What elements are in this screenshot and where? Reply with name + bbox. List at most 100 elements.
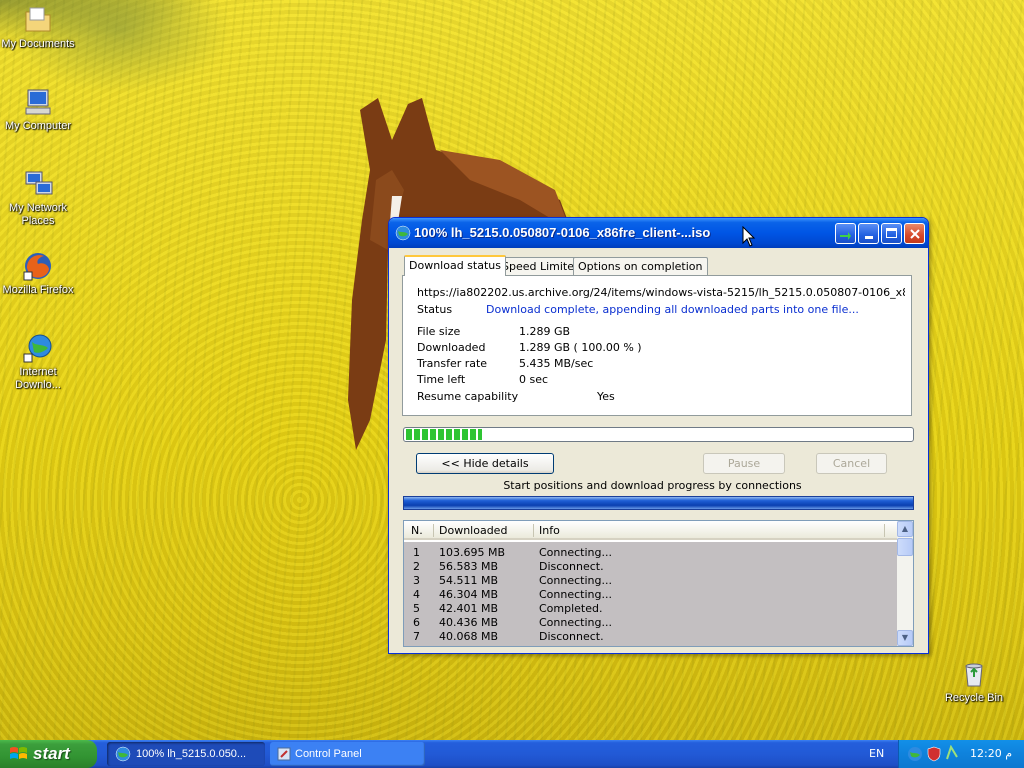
tray-button[interactable] (835, 223, 856, 244)
row-number: 5 (413, 602, 420, 615)
tab-options-on-completion[interactable]: Options on completion (573, 257, 708, 276)
status-value: Download complete, appending all downloa… (486, 303, 859, 316)
maximize-icon (886, 228, 897, 238)
taskbar-item-download[interactable]: 100% lh_5215.0.050... (107, 742, 265, 766)
table-row[interactable]: 7 40.068 MB Disconnect. (404, 630, 899, 644)
row-info: Completed. (539, 602, 603, 615)
language-indicator[interactable]: EN (869, 747, 884, 760)
transfer-rate-value: 5.435 MB/sec (519, 357, 594, 370)
network-status-icon[interactable] (945, 745, 959, 761)
system-tray: 12:20 م (898, 740, 1024, 768)
row-info: Connecting... (539, 616, 612, 629)
desktop-icon-recycle-bin[interactable]: Recycle Bin (936, 658, 1012, 705)
idm-globe-icon (23, 334, 52, 363)
download-progress-bar (403, 427, 914, 442)
recycle-bin-icon (965, 663, 983, 687)
table-row[interactable]: 2 56.583 MB Disconnect. (404, 560, 899, 574)
window-titlebar[interactable]: 100% lh_5215.0.050807-0106_x86fre_client… (389, 218, 928, 248)
close-icon (909, 229, 920, 239)
row-downloaded: 40.436 MB (439, 616, 499, 629)
close-button[interactable] (904, 223, 925, 244)
minimize-button[interactable] (858, 223, 879, 244)
row-downloaded: 42.401 MB (439, 602, 499, 615)
row-number: 3 (413, 574, 420, 587)
scroll-down-button[interactable]: ▼ (897, 630, 913, 646)
idm-globe-icon (395, 225, 411, 241)
desktop-icon-my-computer[interactable]: My Computer (0, 86, 76, 133)
connections-caption: Start positions and download progress by… (503, 479, 802, 492)
taskbar-item-label: 100% lh_5215.0.050... (136, 748, 247, 760)
transfer-rate-label: Transfer rate (417, 357, 488, 370)
row-info: Connecting... (539, 588, 612, 601)
security-shield-icon[interactable] (927, 746, 941, 762)
row-downloaded: 46.304 MB (439, 588, 499, 601)
connections-list-body: 1 103.695 MB Connecting... 2 56.583 MB D… (404, 542, 899, 646)
hide-details-button[interactable]: << Hide details (416, 453, 554, 474)
scroll-thumb[interactable] (897, 538, 913, 556)
row-number: 4 (413, 588, 420, 601)
table-row[interactable]: 3 54.511 MB Connecting... (404, 574, 899, 588)
table-row[interactable]: 1 103.695 MB Connecting... (404, 546, 899, 560)
row-number: 7 (413, 630, 420, 643)
column-header-number[interactable]: N. (411, 524, 423, 537)
desktop-icon-my-network-places[interactable]: My Network Places (0, 168, 76, 228)
row-info: Connecting... (539, 546, 612, 559)
resume-capability-label: Resume capability (417, 390, 519, 403)
time-left-value: 0 sec (519, 373, 549, 386)
column-separator (884, 524, 885, 537)
downloaded-label: Downloaded (417, 341, 486, 354)
column-header-info[interactable]: Info (539, 524, 560, 537)
maximize-button[interactable] (881, 223, 902, 244)
start-label: start (33, 744, 70, 763)
tab-download-status[interactable]: Download status (404, 255, 506, 276)
idm-globe-icon (115, 746, 131, 762)
connections-progress-bar (403, 496, 914, 510)
scroll-up-button[interactable]: ▲ (897, 521, 913, 537)
file-size-label: File size (417, 325, 461, 338)
table-row[interactable]: 6 40.436 MB Connecting... (404, 616, 899, 630)
network-icon (25, 171, 53, 195)
row-downloaded: 56.583 MB (439, 560, 499, 573)
column-header-downloaded[interactable]: Downloaded (439, 524, 507, 537)
taskbar-item-label: Control Panel (295, 748, 362, 760)
clock[interactable]: 12:20 م (970, 747, 1012, 760)
vertical-scrollbar[interactable]: ▲ ▼ (897, 521, 913, 646)
row-downloaded: 103.695 MB (439, 546, 506, 559)
downloaded-value: 1.289 GB ( 100.00 % ) (519, 341, 642, 354)
window-title: 100% lh_5215.0.050807-0106_x86fre_client… (414, 225, 711, 240)
download-status-panel: https://ia802202.us.archive.org/24/items… (402, 275, 912, 416)
desktop-icon-mozilla-firefox[interactable]: Mozilla Firefox (0, 250, 76, 297)
row-downloaded: 54.511 MB (439, 574, 499, 587)
row-info: Disconnect. (539, 630, 604, 643)
download-window: 100% lh_5215.0.050807-0106_x86fre_client… (388, 217, 929, 654)
taskbar-item-control-panel[interactable]: Control Panel (270, 742, 425, 766)
computer-icon (25, 89, 51, 115)
control-panel-icon (277, 747, 291, 761)
cancel-button[interactable]: Cancel (816, 453, 887, 474)
firefox-icon (23, 253, 51, 281)
column-separator (533, 524, 534, 537)
file-size-value: 1.289 GB (519, 325, 571, 338)
connections-list[interactable]: N. Downloaded Info 1 103.695 MB Connecti… (403, 520, 914, 647)
folder-icon (25, 7, 51, 32)
row-number: 2 (413, 560, 420, 573)
table-row[interactable]: 4 46.304 MB Connecting... (404, 588, 899, 602)
row-number: 1 (413, 546, 420, 559)
row-downloaded: 40.068 MB (439, 630, 499, 643)
row-number: 6 (413, 616, 420, 629)
table-row[interactable]: 5 42.401 MB Completed. (404, 602, 899, 616)
chevron-down-icon: ▼ (901, 633, 909, 642)
idm-tray-icon[interactable] (907, 746, 923, 762)
resume-capability-value: Yes (597, 390, 615, 403)
column-separator (433, 524, 434, 537)
pause-button[interactable]: Pause (703, 453, 785, 474)
row-info: Disconnect. (539, 560, 604, 573)
desktop-icon-my-documents[interactable]: My Documents (0, 4, 76, 51)
start-button[interactable]: start (0, 740, 97, 768)
taskbar: start 100% lh_5215.0.050... Control Pane… (0, 740, 1024, 768)
desktop-icon-internet-download-manager[interactable]: Internet Downlo... (0, 332, 76, 392)
row-info: Connecting... (539, 574, 612, 587)
progress-fill (406, 429, 482, 440)
status-label: Status (417, 303, 453, 316)
tab-speed-limiter[interactable]: Speed Limiter (497, 257, 584, 276)
